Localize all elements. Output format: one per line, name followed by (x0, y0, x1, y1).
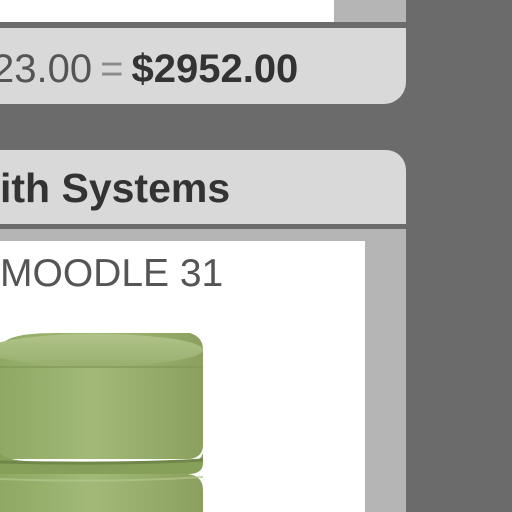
previous-card-side (334, 0, 406, 22)
equals-sign: = (100, 47, 124, 91)
order-total: $2952.00 (131, 47, 299, 91)
order-total-calculation: 23.00 = $2952.00 (0, 42, 298, 96)
viewport: 23.00 = $2952.00 ith Systems MOODLE 31 (0, 0, 512, 512)
unit-price: 23.00 (0, 47, 93, 91)
section-title: ith Systems (0, 165, 231, 211)
previous-card-bottom (0, 0, 334, 22)
product-name[interactable]: MOODLE 31 (0, 251, 223, 297)
product-card[interactable]: MOODLE 31 (0, 241, 365, 512)
product-image[interactable] (0, 325, 240, 512)
